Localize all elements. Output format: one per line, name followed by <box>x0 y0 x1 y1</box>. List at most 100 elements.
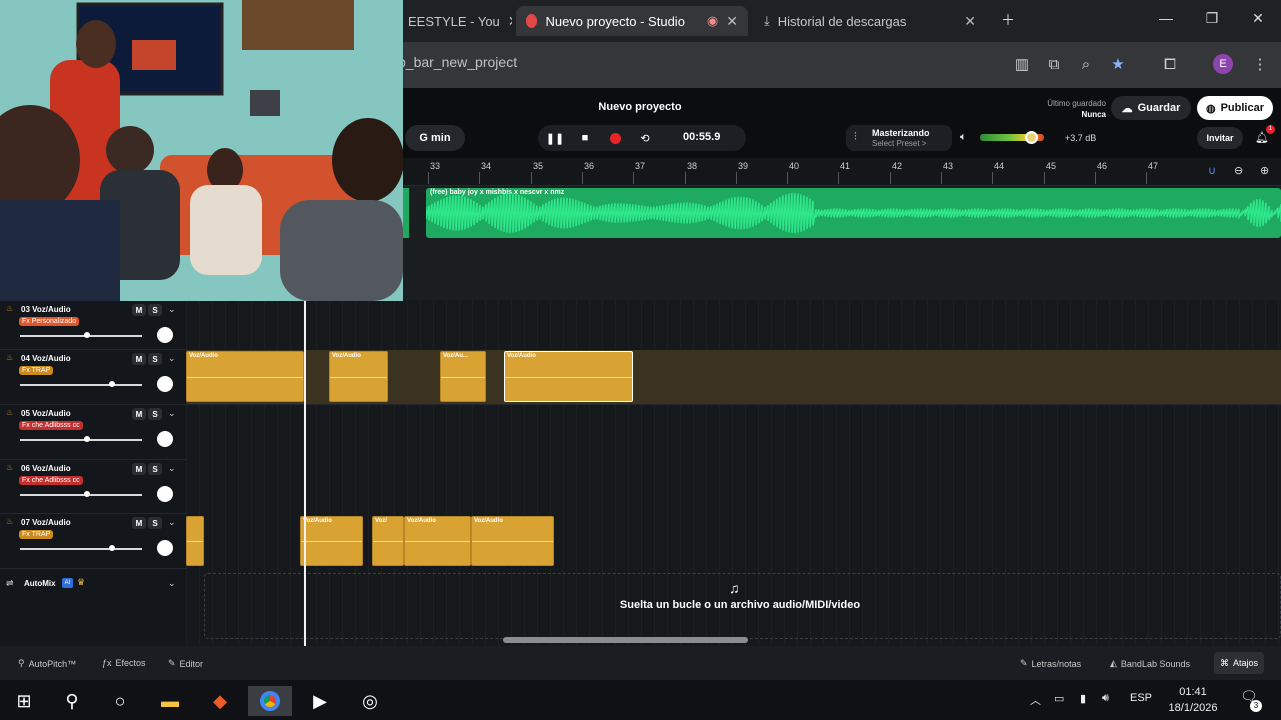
invite-button[interactable]: Invitar <box>1197 127 1243 149</box>
mute-button[interactable]: M <box>132 353 146 365</box>
shortcuts-button[interactable]: ⌘ Atajos <box>1214 652 1265 674</box>
piano-icon[interactable]: ▥ <box>1012 54 1032 74</box>
chevron-down-icon[interactable]: ⌄ <box>168 578 176 589</box>
track-volume-slider[interactable] <box>20 335 142 337</box>
track-fx-badge[interactable]: Fx TRAP <box>19 530 54 539</box>
track-volume-handle[interactable] <box>109 381 115 387</box>
master-volume-handle[interactable] <box>1025 131 1038 144</box>
profile-avatar[interactable]: E <box>1213 54 1233 74</box>
track-volume-handle[interactable] <box>84 491 90 497</box>
track-volume-slider[interactable] <box>20 548 142 550</box>
zoom-out-icon[interactable]: ⊖ <box>1234 164 1243 177</box>
audio-clip-selected[interactable]: Voz/Audio <box>504 351 633 402</box>
editor-button[interactable]: ✎ Editor <box>168 658 203 669</box>
track-name[interactable]: 05 Voz/Audio <box>21 409 71 418</box>
track-fx-badge[interactable]: Fx che Adlibsss cc <box>19 476 83 485</box>
url-text[interactable]: p_bar_new_project <box>398 54 517 70</box>
file-explorer-icon[interactable]: ▬ <box>148 686 192 716</box>
speaker-icon[interactable]: 🔈︎ <box>960 131 967 144</box>
audio-clip[interactable]: Voz/Audio <box>471 516 554 566</box>
horizontal-scrollbar[interactable] <box>503 637 748 643</box>
chevron-down-icon[interactable]: ⌄ <box>168 463 176 474</box>
project-title[interactable]: Nuevo proyecto <box>560 101 720 113</box>
language-indicator[interactable]: ESP <box>1130 692 1152 704</box>
clock[interactable]: 01:41 18/1/2026 <box>1164 684 1222 716</box>
chevron-down-icon[interactable]: ⌄ <box>168 304 176 315</box>
tab-downloads[interactable]: ⤓ Historial de descargas ✕ <box>754 6 986 36</box>
track-volume-handle[interactable] <box>109 545 115 551</box>
track-pan-knob[interactable] <box>157 376 173 392</box>
new-tab-icon[interactable]: ＋ <box>996 10 1020 30</box>
mute-button[interactable]: M <box>132 408 146 420</box>
sample-clip-edge[interactable] <box>403 188 409 238</box>
mute-button[interactable]: M <box>132 517 146 529</box>
publish-button[interactable]: ◍ Publicar <box>1197 96 1273 120</box>
chevron-down-icon[interactable]: ⌄ <box>168 517 176 528</box>
solo-button[interactable]: S <box>148 353 162 365</box>
track-volume-handle[interactable] <box>84 436 90 442</box>
track-fx-badge[interactable]: Fx TRAP <box>19 366 54 375</box>
track-volume-slider[interactable] <box>20 494 142 496</box>
battery-icon[interactable]: ▮ <box>1080 692 1086 705</box>
zoom-in-icon[interactable]: ⊕ <box>1260 164 1269 177</box>
sample-clip[interactable]: (free) baby joy x mishbis x nescvr x nmz <box>426 188 1281 238</box>
tray-chevron-icon[interactable]: ︿ <box>1030 692 1041 708</box>
audio-clip[interactable]: Voz/Au... <box>440 351 486 402</box>
solo-button[interactable]: S <box>148 517 162 529</box>
network-icon[interactable]: ▭ <box>1054 692 1064 705</box>
track-name[interactable]: 04 Voz/Audio <box>21 354 71 363</box>
chrome-icon[interactable] <box>248 686 292 716</box>
solo-button[interactable]: S <box>148 408 162 420</box>
audio-clip[interactable]: Voz/Audio <box>404 516 471 566</box>
tab-studio[interactable]: Nuevo proyecto - Studio ◉ ✕ <box>516 6 748 36</box>
windows-start-icon[interactable]: ⊞ <box>2 686 46 716</box>
search-icon[interactable]: ⚲ <box>50 686 94 716</box>
magnet-icon[interactable]: ∪ <box>1208 164 1216 177</box>
restore-icon[interactable]: ❐ <box>1200 10 1224 27</box>
media-player-icon[interactable]: ▶ <box>298 686 342 716</box>
track-name[interactable]: 07 Voz/Audio <box>21 518 71 527</box>
chevron-down-icon[interactable]: ⌄ <box>168 353 176 364</box>
track-pan-knob[interactable] <box>157 327 173 343</box>
obs-icon[interactable]: ◎ <box>348 686 392 716</box>
track-volume-slider[interactable] <box>20 439 142 441</box>
mute-button[interactable]: M <box>132 304 146 316</box>
pause-icon[interactable]: ❚❚ <box>546 131 564 145</box>
track-pan-knob[interactable] <box>157 486 173 502</box>
track-fx-badge[interactable]: Fx che Adlibsss cc <box>19 421 83 430</box>
autopitch-button[interactable]: ⚲ AutoPitch™ <box>18 658 76 669</box>
audio-clip[interactable]: Voz/ <box>372 516 404 566</box>
audio-clip[interactable]: Voz/Audio <box>300 516 363 566</box>
track-name[interactable]: 06 Voz/Audio <box>21 464 71 473</box>
solo-button[interactable]: S <box>148 463 162 475</box>
sounds-button[interactable]: ◭ BandLab Sounds <box>1110 658 1190 669</box>
extensions-icon[interactable]: ⧠ <box>1160 54 1180 74</box>
bookmark-star-icon[interactable]: ★ <box>1108 54 1128 74</box>
stop-icon[interactable]: ■ <box>578 131 592 145</box>
audio-clip[interactable]: Voz/Audio <box>329 351 388 402</box>
automix-label[interactable]: AutoMix <box>24 579 56 588</box>
track-pan-knob[interactable] <box>157 540 173 556</box>
close-window-icon[interactable]: ✕ <box>1246 10 1270 27</box>
save-button[interactable]: ☁︎ Guardar <box>1111 96 1191 120</box>
lyrics-button[interactable]: ✎ Letras/notas <box>1020 658 1081 669</box>
close-icon[interactable]: ✕ <box>726 13 738 30</box>
audio-clip[interactable] <box>186 516 204 566</box>
track-volume-handle[interactable] <box>84 332 90 338</box>
key-button[interactable]: G min <box>405 125 465 151</box>
solo-button[interactable]: S <box>148 304 162 316</box>
audio-clip[interactable]: Voz/Audio <box>186 351 304 402</box>
mastering-button[interactable]: ⫶ Masterizando Select Preset > <box>846 125 952 151</box>
install-icon[interactable]: ⧉ <box>1044 54 1064 74</box>
track-name[interactable]: 03 Voz/Audio <box>21 305 71 314</box>
zoom-icon[interactable]: ⌕ <box>1076 54 1096 74</box>
mute-button[interactable]: M <box>132 463 146 475</box>
tab-youtube[interactable]: EESTYLE - You ✕ <box>398 6 512 36</box>
effects-button[interactable]: ƒx Efectos <box>102 658 146 668</box>
track-fx-badge[interactable]: Fx Personalizado <box>19 317 80 326</box>
playhead[interactable] <box>304 300 306 646</box>
menu-kebab-icon[interactable]: ⋮ <box>1250 54 1270 74</box>
loop-icon[interactable]: ⟲ <box>638 131 652 145</box>
task-view-icon[interactable]: ○ <box>98 686 142 716</box>
close-icon[interactable]: ✕ <box>508 13 512 30</box>
